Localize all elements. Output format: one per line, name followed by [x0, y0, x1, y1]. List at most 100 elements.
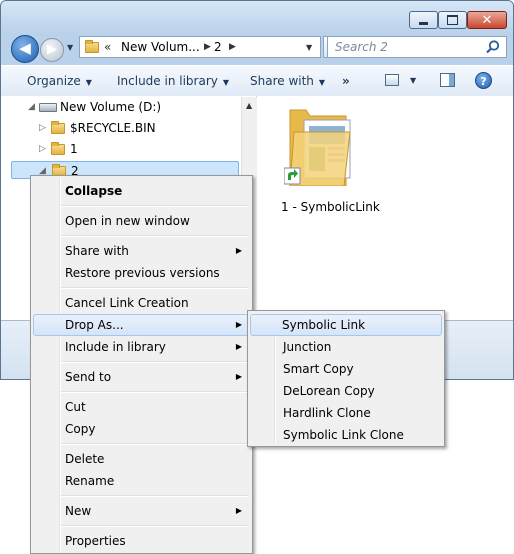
menu-item-label: New [65, 504, 92, 518]
submenu-item-symbolic-link[interactable]: Symbolic Link [250, 314, 442, 336]
breadcrumb-2[interactable]: 2 [214, 40, 222, 54]
breadcrumb-new-volume[interactable]: New Volum... [121, 40, 200, 54]
address-dropdown-icon[interactable]: ▼ [306, 43, 312, 52]
menu-item-rename[interactable]: Rename [33, 470, 250, 492]
menu-item-label: Delete [65, 452, 105, 466]
menu-item-label: Copy [65, 422, 96, 436]
organize-menu[interactable]: Organize ▼ [27, 74, 92, 88]
menu-item-label: Symbolic Link Clone [283, 428, 404, 442]
menu-item-include-in-library[interactable]: Include in library ▶ [33, 336, 250, 358]
include-in-library-label: Include in library [117, 74, 218, 88]
close-icon: ✕ [481, 12, 493, 28]
menu-item-label: Share with [65, 244, 129, 258]
more-commands-button[interactable]: » [342, 74, 350, 88]
change-view-icon[interactable] [385, 74, 399, 86]
minimize-button[interactable] [409, 11, 438, 29]
breadcrumb-separator-icon[interactable]: ▶ [204, 42, 211, 52]
menu-item-label: Properties [65, 534, 126, 548]
recent-pages-button[interactable]: ▼ [67, 43, 73, 52]
forward-button[interactable]: ▶ [40, 38, 64, 62]
expanded-icon[interactable]: ◢ [28, 98, 35, 116]
menu-item-cancel-link-creation[interactable]: Cancel Link Creation [33, 292, 250, 314]
minimize-icon [419, 21, 428, 25]
menu-item-copy[interactable]: Copy [33, 418, 250, 440]
breadcrumb-separator-icon[interactable]: ▶ [229, 42, 236, 52]
menu-item-delete[interactable]: Delete [33, 448, 250, 470]
menu-item-label: Rename [65, 474, 115, 488]
submenu-item-junction[interactable]: Junction [250, 336, 442, 358]
menu-separator [61, 443, 249, 445]
menu-item-label: Open in new window [65, 214, 190, 228]
share-with-menu[interactable]: Share with ▼ [250, 74, 325, 88]
menu-item-label: Drop As... [65, 318, 124, 332]
menu-separator [61, 525, 249, 527]
drop-as-submenu: Symbolic Link Junction Smart Copy DeLore… [247, 310, 445, 447]
menu-item-label: Junction [283, 340, 332, 354]
scroll-up-icon[interactable]: ▲ [246, 101, 252, 110]
close-button[interactable]: ✕ [467, 11, 507, 29]
help-icon[interactable]: ? [475, 72, 492, 89]
menu-separator [61, 361, 249, 363]
menu-item-drop-as[interactable]: Drop As... ▶ [33, 314, 250, 336]
tree-item-label: $RECYCLE.BIN [70, 121, 156, 135]
search-icon[interactable] [485, 39, 501, 55]
forward-arrow-icon: ▶ [47, 42, 57, 57]
menu-item-label: DeLorean Copy [283, 384, 375, 398]
submenu-item-smart-copy[interactable]: Smart Copy [250, 358, 442, 380]
menu-item-restore-previous-versions[interactable]: Restore previous versions [33, 262, 250, 284]
collapsed-icon[interactable]: ▷ [39, 140, 46, 158]
menu-item-label: Hardlink Clone [283, 406, 371, 420]
menu-separator [61, 287, 249, 289]
menu-item-label: Smart Copy [283, 362, 354, 376]
share-with-label: Share with [250, 74, 314, 88]
folder-icon [51, 142, 65, 155]
back-button[interactable]: ◀ [11, 35, 39, 63]
chevron-down-icon: ▼ [318, 78, 326, 87]
submenu-arrow-icon: ▶ [235, 246, 242, 255]
command-bar: Organize ▼ Include in library ▼ Share with… [1, 65, 513, 97]
file-name-label: 1 - SymbolicLink [281, 200, 380, 214]
menu-item-label: Collapse [65, 184, 123, 198]
menu-item-open-in-new-window[interactable]: Open in new window [33, 210, 250, 232]
folder-icon [51, 121, 65, 134]
submenu-arrow-icon: ▶ [235, 342, 242, 351]
menu-item-cut[interactable]: Cut [33, 396, 250, 418]
menu-item-properties[interactable]: Properties [33, 530, 250, 552]
search-input[interactable]: Search 2 [327, 36, 507, 58]
maximize-button[interactable] [438, 11, 467, 29]
submenu-arrow-icon: ▶ [235, 372, 242, 381]
context-menu: Collapse Open in new window Share with ▶ … [30, 175, 253, 554]
drive-icon [39, 103, 57, 112]
maximize-icon [447, 15, 458, 25]
menu-separator [61, 235, 249, 237]
address-overflow-button[interactable]: « [104, 40, 111, 54]
address-bar[interactable]: « New Volum... ▶ 2 ▶ ▼ [79, 36, 321, 58]
tree-item-label: 1 [70, 142, 78, 156]
menu-item-label: Cancel Link Creation [65, 296, 189, 310]
menu-item-label: Send to [65, 370, 112, 384]
include-in-library-menu[interactable]: Include in library ▼ [117, 74, 229, 88]
submenu-item-symbolic-link-clone[interactable]: Symbolic Link Clone [250, 424, 442, 446]
menu-item-collapse[interactable]: Collapse [33, 180, 250, 202]
chevron-down-icon: ▼ [222, 78, 230, 87]
submenu-item-delorean-copy[interactable]: DeLorean Copy [250, 380, 442, 402]
menu-item-share-with[interactable]: Share with ▶ [33, 240, 250, 262]
menu-separator [61, 205, 249, 207]
menu-item-label: Cut [65, 400, 86, 414]
collapsed-icon[interactable]: ▷ [39, 119, 46, 137]
menu-item-label: Include in library [65, 340, 166, 354]
symbolic-link-folder-icon[interactable] [284, 102, 356, 186]
back-arrow-icon: ◀ [19, 39, 31, 57]
menu-item-label: Symbolic Link [282, 318, 366, 332]
menu-separator [61, 391, 249, 393]
tree-item-label: New Volume (D:) [60, 100, 162, 114]
menu-item-new[interactable]: New ▶ [33, 500, 250, 522]
search-placeholder: Search 2 [335, 40, 388, 54]
chevron-down-icon: ▼ [85, 78, 92, 87]
menu-item-send-to[interactable]: Send to ▶ [33, 366, 250, 388]
organize-label: Organize [27, 74, 81, 88]
view-options-dropdown-icon[interactable]: ▼ [410, 76, 416, 85]
submenu-arrow-icon: ▶ [235, 320, 242, 329]
preview-pane-icon[interactable] [440, 73, 455, 87]
submenu-item-hardlink-clone[interactable]: Hardlink Clone [250, 402, 442, 424]
